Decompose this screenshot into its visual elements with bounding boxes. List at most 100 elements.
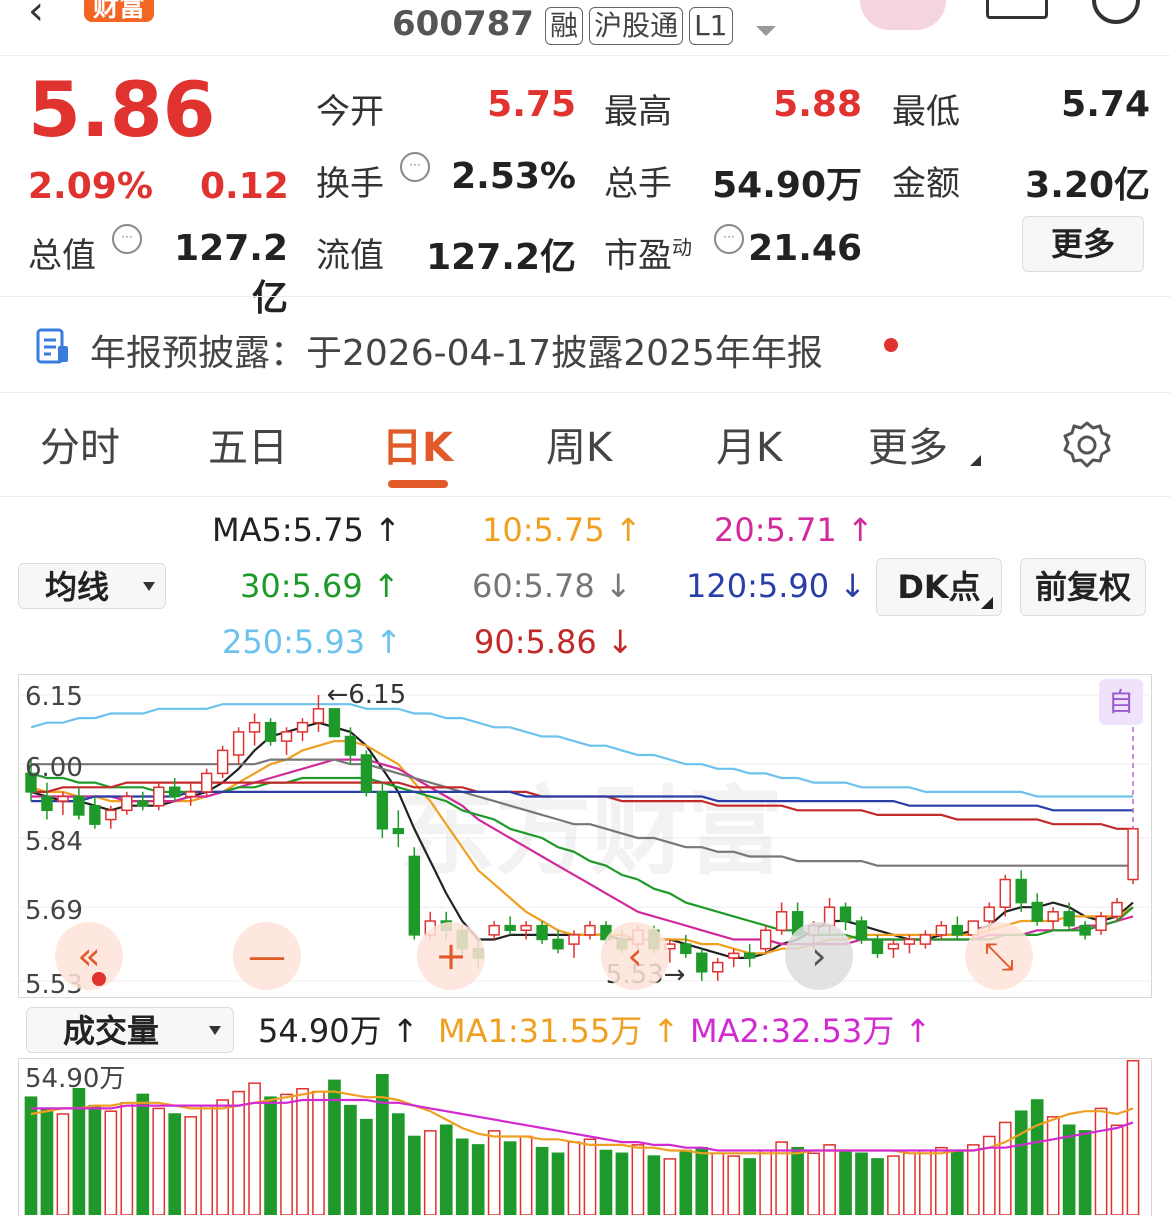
candle-body (712, 961, 724, 973)
amount-label: 金额 (892, 164, 960, 204)
volume-bar (407, 1135, 421, 1215)
search-icon[interactable] (1092, 0, 1140, 24)
chevron-down-icon[interactable] (755, 25, 776, 36)
turnover-value: 2.53% (451, 156, 576, 197)
settings-gear-icon[interactable] (1062, 420, 1112, 470)
info-icon[interactable]: ··· (400, 152, 430, 182)
volume-svg: 54.90万 (24, 1059, 1140, 1215)
divider (0, 392, 1170, 393)
volume-bar (136, 1093, 150, 1215)
kline-chart[interactable]: 东方财富6.156.005.845.695.53←6.155.53→自«—+‹›… (18, 674, 1152, 998)
volume-bar (583, 1138, 597, 1215)
brand-badge: 财富 (84, 0, 154, 23)
candle-body (775, 911, 788, 932)
ma20-legend: 20:5.71 ↑ (714, 510, 874, 550)
volume-bar (24, 1096, 38, 1215)
candle-body (184, 791, 197, 798)
indicator-select[interactable]: 均线 (18, 563, 166, 609)
candle-body (919, 934, 932, 945)
volume-select-label: 成交量 (63, 1012, 160, 1050)
avatar[interactable] (860, 0, 946, 30)
change-percent: 2.09% (28, 166, 153, 207)
volume-ma2: MA2:32.53万 ↑ (690, 1011, 931, 1051)
candle-body (105, 809, 117, 821)
volume-indicator-select[interactable]: 成交量 (26, 1007, 234, 1053)
candle-body (568, 934, 580, 945)
back-arrow-icon[interactable]: ‹ (28, 0, 44, 34)
scroll-right-icon-glyph: › (811, 934, 826, 978)
tab-intraday[interactable]: 分时 (40, 418, 120, 478)
volume-bar (503, 1141, 517, 1215)
forward-adjust-button[interactable]: 前复权 (1020, 558, 1146, 616)
volume-bar (743, 1158, 757, 1215)
corner-triangle-icon (981, 597, 993, 609)
info-icon[interactable]: ··· (714, 224, 744, 254)
stock-code-row: 600787 融沪股通 L1 (392, 4, 776, 48)
tab-weekly-k[interactable]: 周K (546, 418, 612, 478)
candle-body (121, 795, 133, 812)
scroll-left-fast-icon[interactable]: « (55, 922, 123, 990)
high-label: 最高 (604, 92, 672, 132)
volume-bar (1046, 1116, 1060, 1215)
candle-body (983, 906, 995, 922)
ma-legend-text: 20:5.71 (714, 511, 837, 549)
volume-bar (695, 1146, 709, 1215)
scroll-left-icon[interactable]: ‹ (601, 922, 669, 990)
ma120-legend: 120:5.90 ↓ (686, 566, 866, 606)
window-icon[interactable] (986, 0, 1048, 19)
candle-body (871, 938, 884, 955)
market-cap-label: 总值 (28, 236, 96, 276)
high-annotation: ←6.15 (326, 680, 406, 710)
volume-bar (280, 1093, 293, 1215)
top-bar: ‹ 财富 600787 融沪股通 L1 (0, 0, 1170, 56)
zoom-out-icon[interactable]: — (233, 922, 301, 990)
volume-bar (535, 1146, 549, 1215)
volume-bar (855, 1152, 868, 1215)
volume-bar (823, 1144, 836, 1215)
divider (0, 496, 1170, 497)
volume-bar (40, 1107, 54, 1215)
volume-bar (232, 1090, 245, 1215)
volume-bar (647, 1155, 661, 1215)
tab-monthly-k[interactable]: 月K (716, 418, 782, 478)
y-tick-label: 6.00 (25, 753, 83, 783)
report-notice[interactable]: 年报预披露：于2026-04-17披露2025年年报 (36, 318, 1136, 374)
volume-ma2-text: MA2:32.53万 (690, 1012, 895, 1050)
scroll-right-icon[interactable]: › (785, 922, 853, 990)
candle-body (312, 708, 325, 724)
more-quote-button[interactable]: 更多 (1022, 216, 1144, 272)
candle-body (89, 804, 101, 825)
candle-body (280, 731, 293, 742)
volume-bar (615, 1152, 629, 1215)
tab-five-day[interactable]: 五日 (208, 418, 288, 478)
tab-daily-k[interactable]: 日K (382, 418, 453, 478)
zoom-in-icon[interactable]: + (417, 922, 485, 990)
ma30-legend: 30:5.69 ↑ (240, 566, 400, 606)
volume-chart[interactable]: 54.90万 (18, 1058, 1152, 1216)
candle-body (903, 938, 916, 945)
scroll-left-icon-glyph: ‹ (627, 934, 642, 978)
info-icon[interactable]: ··· (112, 224, 142, 254)
volume-bar (216, 1099, 229, 1215)
candle-body (296, 721, 309, 733)
volume-bar (631, 1144, 645, 1215)
volume-bar (391, 1113, 405, 1215)
candle-body (1095, 915, 1107, 932)
dk-point-button[interactable]: DK点 (876, 558, 1002, 616)
float-cap-value: 127.2亿 (426, 237, 576, 278)
volume-bar (360, 1118, 373, 1215)
volume-top-label: 54.90万 (25, 1064, 125, 1094)
y-tick-label: 5.84 (25, 827, 83, 857)
ma250-legend: 250:5.93 ↑ (222, 622, 402, 662)
tab-more[interactable]: 更多 (868, 418, 948, 478)
market-cap-value: 127.2亿 (174, 228, 288, 319)
volume-bar (711, 1152, 725, 1215)
candle-body (216, 749, 229, 775)
document-icon (36, 328, 68, 364)
volume-bar (423, 1130, 437, 1215)
candle-body (153, 786, 165, 807)
dk-point-label: DK点 (897, 568, 981, 606)
active-tab-indicator (388, 480, 448, 488)
candle-body (951, 924, 964, 936)
fullscreen-icon[interactable]: ⤡ (965, 922, 1033, 990)
